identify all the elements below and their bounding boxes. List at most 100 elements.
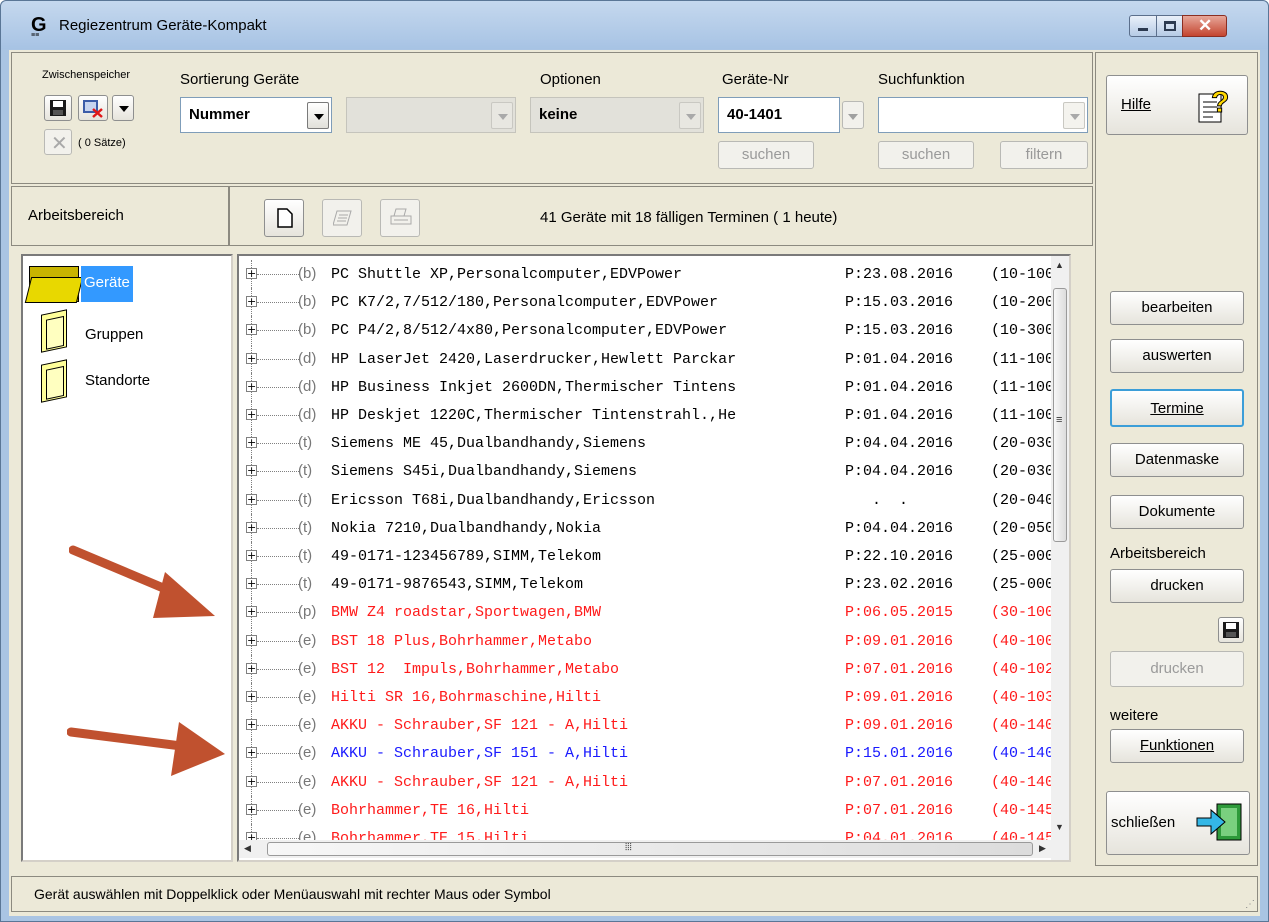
hilfe-button[interactable]: Hilfe ?: [1106, 75, 1248, 135]
list-item[interactable]: + (e) Hilti SR 16,Bohrmaschine,Hilti P:09.0…: [239, 683, 1069, 711]
termine-button[interactable]: Termine: [1110, 389, 1244, 427]
scroll-up-icon[interactable]: ▲: [1055, 260, 1064, 270]
suchen-text-button[interactable]: suchen: [878, 141, 974, 169]
clipboard-save-button[interactable]: [44, 95, 72, 121]
expand-icon[interactable]: +: [246, 747, 257, 759]
minimize-button[interactable]: [1129, 15, 1157, 37]
expand-icon[interactable]: +: [246, 465, 257, 477]
geraete-nr-dropdown[interactable]: [842, 101, 864, 129]
row-number: (20-040: [991, 491, 1055, 509]
row-description: PC P4/2,8/512/4x80,Personalcomputer,EDVP…: [331, 322, 728, 340]
expand-icon[interactable]: +: [246, 493, 257, 505]
list-item[interactable]: + (t) 49-0171-9876543,SIMM,Telekom P:23.02.…: [239, 570, 1069, 599]
expand-icon[interactable]: +: [246, 521, 257, 533]
clipboard-remove-button[interactable]: ✕: [44, 129, 72, 155]
exit-door-icon: [1196, 803, 1242, 841]
list-item[interactable]: + (e) Bohrhammer,TE 16,Hilti P:07.01.2016 (4…: [239, 795, 1069, 824]
expand-icon[interactable]: +: [246, 409, 257, 420]
tree-item-geraete[interactable]: Geräte: [29, 262, 149, 312]
save-print-button[interactable]: [1218, 617, 1244, 643]
expand-icon[interactable]: +: [246, 296, 257, 308]
maximize-icon: [1164, 21, 1176, 31]
suchen-nr-button[interactable]: suchen: [718, 141, 814, 169]
list-item[interactable]: + (e) BST 12 Impuls,Bohrhammer,Metabo P:07.…: [239, 654, 1069, 683]
chevron-down-icon[interactable]: [679, 102, 701, 129]
expand-icon[interactable]: +: [246, 324, 257, 336]
chevron-down-icon[interactable]: [491, 102, 513, 129]
resize-grip-icon[interactable]: ⋰: [1245, 899, 1255, 910]
bearbeiten-button[interactable]: bearbeiten: [1110, 291, 1244, 325]
list-item[interactable]: + (t) 49-0171-123456789,SIMM,Telekom P:22.1…: [239, 542, 1069, 570]
dokumente-button[interactable]: Dokumente: [1110, 495, 1244, 529]
list-item[interactable]: + (t) Nokia 7210,Dualbandhandy,Nokia P:04.0…: [239, 513, 1069, 542]
expand-icon[interactable]: +: [246, 578, 257, 590]
scroll-down-icon[interactable]: ▼: [1055, 822, 1064, 832]
list-item[interactable]: + (t) Ericsson T68i,Dualbandhandy,Ericsson…: [239, 485, 1069, 514]
filtern-button[interactable]: filtern: [1000, 141, 1088, 169]
clipboard-clear-button[interactable]: [78, 95, 108, 121]
horizontal-scroll-thumb[interactable]: [267, 842, 1033, 856]
close-button[interactable]: ✕: [1182, 15, 1227, 37]
expand-icon[interactable]: +: [246, 352, 257, 364]
geraete-nr-input[interactable]: 40-1401: [718, 97, 840, 133]
list-item[interactable]: + (b) PC Shuttle XP,Personalcomputer,EDVPo…: [239, 260, 1069, 288]
sortierung-secondary-select[interactable]: [346, 97, 516, 133]
expand-icon[interactable]: +: [246, 634, 257, 646]
list-item[interactable]: + (t) Siemens S45i,Dualbandhandy,Siemens P:…: [239, 457, 1069, 486]
list-item[interactable]: + (e) BST 18 Plus,Bohrhammer,Metabo P:09.01…: [239, 626, 1069, 655]
optionen-select[interactable]: keine: [530, 97, 704, 133]
device-list[interactable]: + (b) PC Shuttle XP,Personalcomputer,EDVPo…: [237, 254, 1071, 862]
drucken-button[interactable]: drucken: [1110, 569, 1244, 603]
print-item-button[interactable]: [380, 199, 420, 237]
row-date: P:01.04.2016: [845, 378, 954, 396]
list-item[interactable]: + (d) HP Business Inkjet 2600DN,Thermische…: [239, 372, 1069, 401]
drucken-disabled-button[interactable]: drucken: [1110, 651, 1244, 687]
toolbar-panel: Zwischenspeicher ✕ ( 0 Sätze) Sortierung…: [11, 52, 1093, 184]
tree-item-gruppen[interactable]: Gruppen: [29, 309, 179, 362]
expand-icon[interactable]: +: [246, 691, 257, 702]
chevron-down-icon[interactable]: [1063, 102, 1085, 129]
expand-icon[interactable]: +: [246, 380, 257, 392]
expand-icon[interactable]: +: [246, 268, 257, 279]
list-item[interactable]: + (t) Siemens ME 45,Dualbandhandy,Siemens P…: [239, 429, 1069, 458]
suchfunktion-input[interactable]: [878, 97, 1088, 133]
row-date: P:09.01.2016: [845, 717, 954, 735]
clipboard-dropdown-button[interactable]: [112, 95, 134, 121]
row-date: P:22.10.2016: [845, 548, 954, 565]
floppy-disk-icon: [50, 100, 66, 116]
new-item-button[interactable]: [264, 199, 304, 237]
edit-item-button[interactable]: [322, 199, 362, 237]
expand-icon[interactable]: +: [246, 662, 257, 674]
datenmaske-button[interactable]: Datenmaske: [1110, 443, 1244, 477]
list-item[interactable]: + (b) PC P4/2,8/512/4x80,Personalcomputer,…: [239, 316, 1069, 345]
expand-icon[interactable]: +: [246, 437, 257, 449]
scroll-right-icon[interactable]: ▶: [1039, 843, 1046, 854]
expand-icon[interactable]: +: [246, 606, 257, 618]
list-item[interactable]: + (e) AKKU - Schrauber,SF 151 - A,Hilti P:1…: [239, 739, 1069, 768]
tree-item-standorte[interactable]: Standorte: [29, 359, 179, 412]
funktionen-button[interactable]: Funktionen: [1110, 729, 1244, 763]
sortierung-select[interactable]: Nummer: [180, 97, 332, 133]
expand-icon[interactable]: +: [246, 775, 257, 787]
chevron-down-icon[interactable]: [307, 102, 329, 129]
title-bar[interactable]: G ≡≡ Regiezentrum Geräte-Kompakt ✕: [1, 1, 1268, 49]
list-item[interactable]: + (p) BMW Z4 roadstar,Sportwagen,BMW P:06.0…: [239, 598, 1069, 627]
list-item[interactable]: + (e) AKKU - Schrauber,SF 121 - A,Hilti P:0…: [239, 711, 1069, 740]
row-description: HP LaserJet 2420,Laserdrucker,Hewlett Pa…: [331, 350, 737, 368]
list-item[interactable]: + (e) AKKU - Schrauber,SF 121 - A,Hilti P:0…: [239, 767, 1069, 796]
expand-icon[interactable]: +: [246, 803, 257, 815]
horizontal-scrollbar[interactable]: ◀ ⦙⦙⦙ ▶: [239, 840, 1051, 858]
expand-icon[interactable]: +: [246, 719, 257, 731]
row-date: P:23.08.2016: [845, 266, 954, 283]
row-number: (40-100: [991, 632, 1055, 650]
list-item[interactable]: + (d) HP Deskjet 1220C,Thermischer Tintens…: [239, 401, 1069, 429]
expand-icon[interactable]: +: [246, 550, 257, 561]
schliessen-button[interactable]: schließen: [1106, 791, 1250, 855]
maximize-button[interactable]: [1156, 15, 1183, 37]
tree-connector: [257, 443, 299, 445]
list-item[interactable]: + (b) PC K7/2,7/512/180,Personalcomputer,E…: [239, 288, 1069, 317]
scroll-left-icon[interactable]: ◀: [244, 843, 251, 854]
list-item[interactable]: + (d) HP LaserJet 2420,Laserdrucker,Hewlet…: [239, 344, 1069, 373]
vertical-scrollbar[interactable]: ▲ ≡ ▼: [1051, 256, 1069, 840]
auswerten-button[interactable]: auswerten: [1110, 339, 1244, 373]
